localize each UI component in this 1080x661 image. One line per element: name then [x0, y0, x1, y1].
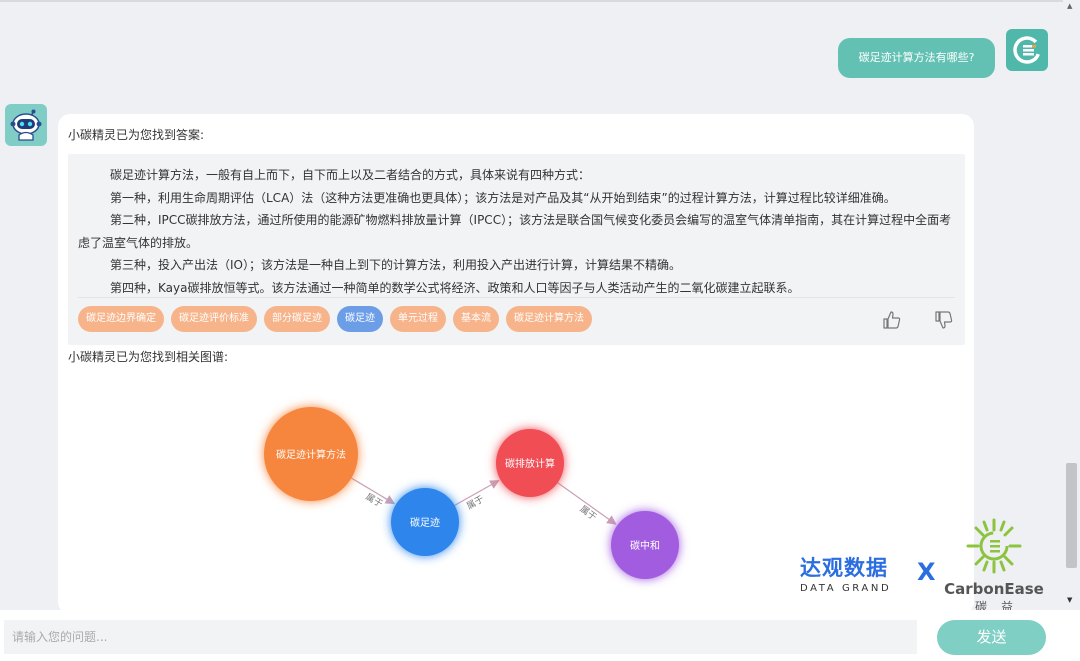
- datagrand-logo: 达观数据 DATA GRAND: [800, 552, 904, 594]
- tag-button[interactable]: 单元过程: [390, 306, 446, 332]
- related-tags: 碳足迹边界确定 碳足迹评价标准 部分碳足迹 碳足迹 单元过程 基本流 碳足迹计算…: [78, 306, 592, 332]
- tag-button[interactable]: 基本流: [453, 306, 499, 332]
- answer-paragraph: 第四种，Kaya碳排放恒等式。该方法通过一种简单的数学公式将经济、政策和人口等因…: [110, 280, 800, 295]
- datagrand-logo-en: DATA GRAND: [800, 583, 892, 594]
- tag-button[interactable]: 碳足迹边界确定: [78, 306, 164, 332]
- graph-node[interactable]: 碳中和: [611, 511, 679, 579]
- logo-cross: X: [917, 558, 936, 586]
- tag-button[interactable]: 部分碳足迹: [264, 306, 330, 332]
- user-avatar: [1006, 29, 1048, 71]
- answer-text: 碳足迹计算方法，一般有自上而下，自下而上以及二者结合的方式，具体来说有四种方式：…: [78, 164, 958, 299]
- carbonease-logo-icon: [1013, 36, 1041, 64]
- user-message-bubble: 碳足迹计算方法有哪些?: [838, 38, 995, 78]
- answer-found-label: 小碳精灵已为您找到答案:: [68, 128, 205, 142]
- divider: [78, 297, 955, 298]
- robot-icon: [10, 109, 42, 141]
- like-button[interactable]: [882, 310, 902, 330]
- tag-button[interactable]: 碳足迹计算方法: [506, 306, 592, 332]
- graph-node[interactable]: 碳足迹: [391, 488, 459, 556]
- graph-edge-label: 属于: [578, 504, 599, 523]
- tag-button[interactable]: 碳足迹评价标准: [171, 306, 257, 332]
- question-input[interactable]: [4, 620, 917, 654]
- bot-avatar: [5, 104, 47, 146]
- graph-node-label: 碳足迹: [410, 516, 440, 529]
- dislike-button[interactable]: [934, 310, 954, 330]
- scroll-down-arrow-icon[interactable]: ▼: [1067, 596, 1072, 604]
- answer-paragraph: 碳足迹计算方法，一般有自上而下，自下而上以及二者结合的方式，具体来说有四种方式：: [110, 168, 591, 182]
- graph-node[interactable]: 碳足迹计算方法: [264, 407, 358, 501]
- graph-node-label: 碳足迹计算方法: [276, 448, 346, 461]
- graph-node-label: 碳中和: [630, 539, 660, 552]
- graph-node-label: 碳排放计算: [505, 457, 555, 470]
- carbonease-logo: CarbonEase 碳益: [944, 516, 1044, 614]
- send-button[interactable]: 发送: [937, 620, 1046, 655]
- graph-edge-label: 属于: [363, 491, 384, 510]
- answer-paragraph: 第三种，投入产出法（IO）；该方法是一种自上到下的计算方法，利用投入产出进行计算…: [110, 258, 681, 272]
- answer-box: 碳足迹计算方法，一般有自上而下，自下而上以及二者结合的方式，具体来说有四种方式：…: [68, 154, 965, 345]
- answer-paragraph: 第一种，利用生命周期评估（LCA）法（这种方法更准确也更具体）；该方法是对产品及…: [110, 190, 896, 205]
- carbonease-emblem-icon: [966, 518, 1022, 574]
- scrollbar-thumb[interactable]: [1066, 463, 1077, 568]
- graph-node[interactable]: 碳排放计算: [496, 429, 564, 497]
- thumbs-up-icon: [883, 311, 901, 329]
- graph-edge-label: 属于: [465, 494, 486, 512]
- scroll-up-arrow-icon[interactable]: ▲: [1067, 2, 1072, 10]
- carbonease-logo-name: CarbonEase: [944, 580, 1044, 598]
- top-border: [0, 0, 1080, 2]
- tag-button-active[interactable]: 碳足迹: [337, 306, 383, 332]
- answer-paragraph: 第二种，IPCC碳排放方法，通过所使用的能源矿物燃料排放量计算（IPCC）；该方…: [78, 213, 952, 250]
- datagrand-logo-cn: 达观数据: [800, 556, 888, 580]
- thumbs-down-icon: [935, 311, 953, 329]
- answer-card: 小碳精灵已为您找到答案: 碳足迹计算方法，一般有自上而下，自下而上以及二者结合的…: [58, 114, 974, 614]
